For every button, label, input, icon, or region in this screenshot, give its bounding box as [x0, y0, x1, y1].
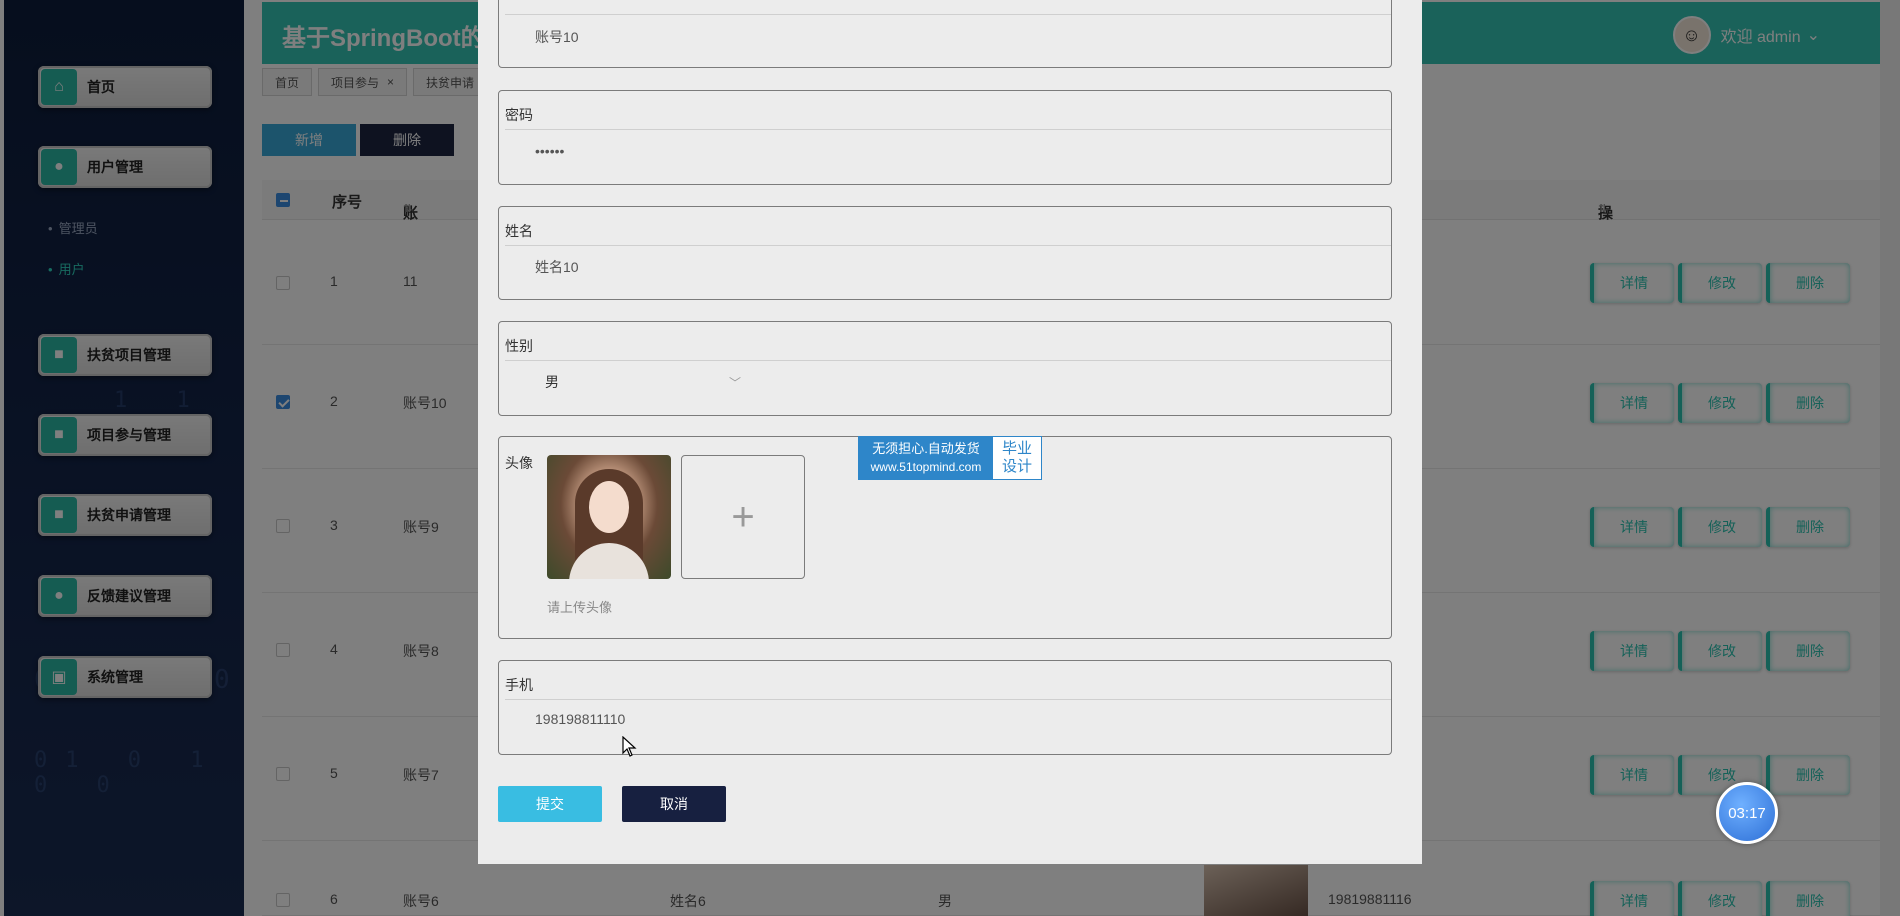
gender-field: 性别 男 ﹀	[498, 321, 1392, 416]
field-divider	[505, 699, 1391, 700]
password-input[interactable]: ••••••	[535, 143, 564, 159]
watermark-tag-line: 毕业	[1001, 440, 1032, 457]
field-label: 姓名	[505, 223, 533, 239]
field-label: 性别	[505, 338, 533, 354]
edit-user-dialog: 账号10 密码 •••••• 姓名 姓名10 性别 男 ﹀ 头像 + 请上传头像…	[478, 0, 1422, 864]
account-input[interactable]: 账号10	[535, 27, 579, 47]
avatar-preview-face	[589, 481, 629, 533]
field-label: 密码	[505, 107, 533, 123]
chevron-down-icon: ﹀	[728, 376, 741, 390]
account-field: 账号10	[498, 0, 1392, 68]
upload-avatar-button[interactable]: +	[681, 455, 805, 579]
watermark-tag-line: 设计	[1001, 458, 1032, 475]
watermark-line: 无须担心.自动发货	[872, 441, 980, 456]
plus-icon: +	[731, 494, 755, 539]
watermark-url: www.51topmind.com	[870, 460, 982, 474]
floating-timer[interactable]: 03:17	[1716, 782, 1778, 844]
name-field: 姓名 姓名10	[498, 206, 1392, 300]
cancel-button[interactable]: 取消	[622, 786, 726, 822]
submit-button[interactable]: 提交	[498, 786, 602, 822]
field-divider	[505, 14, 1391, 15]
field-label: 头像	[505, 455, 533, 471]
gender-select-value: 男	[545, 374, 559, 390]
upload-tip: 请上传头像	[547, 600, 613, 615]
watermark-badge: 无须担心.自动发货 www.51topmind.com 毕业 设计	[858, 436, 1042, 480]
gender-select[interactable]: 男 ﹀	[545, 372, 741, 394]
phone-input[interactable]: 198198811110	[535, 711, 625, 727]
field-label: 手机	[505, 677, 533, 693]
name-input[interactable]: 姓名10	[535, 257, 579, 277]
watermark-text: 无须担心.自动发货 www.51topmind.com	[859, 437, 993, 479]
field-divider	[505, 129, 1391, 130]
watermark-tag: 毕业 设计	[993, 437, 1041, 479]
password-field: 密码 ••••••	[498, 90, 1392, 185]
field-divider	[505, 245, 1391, 246]
avatar-preview-image[interactable]	[547, 455, 671, 579]
field-divider	[505, 360, 1391, 361]
